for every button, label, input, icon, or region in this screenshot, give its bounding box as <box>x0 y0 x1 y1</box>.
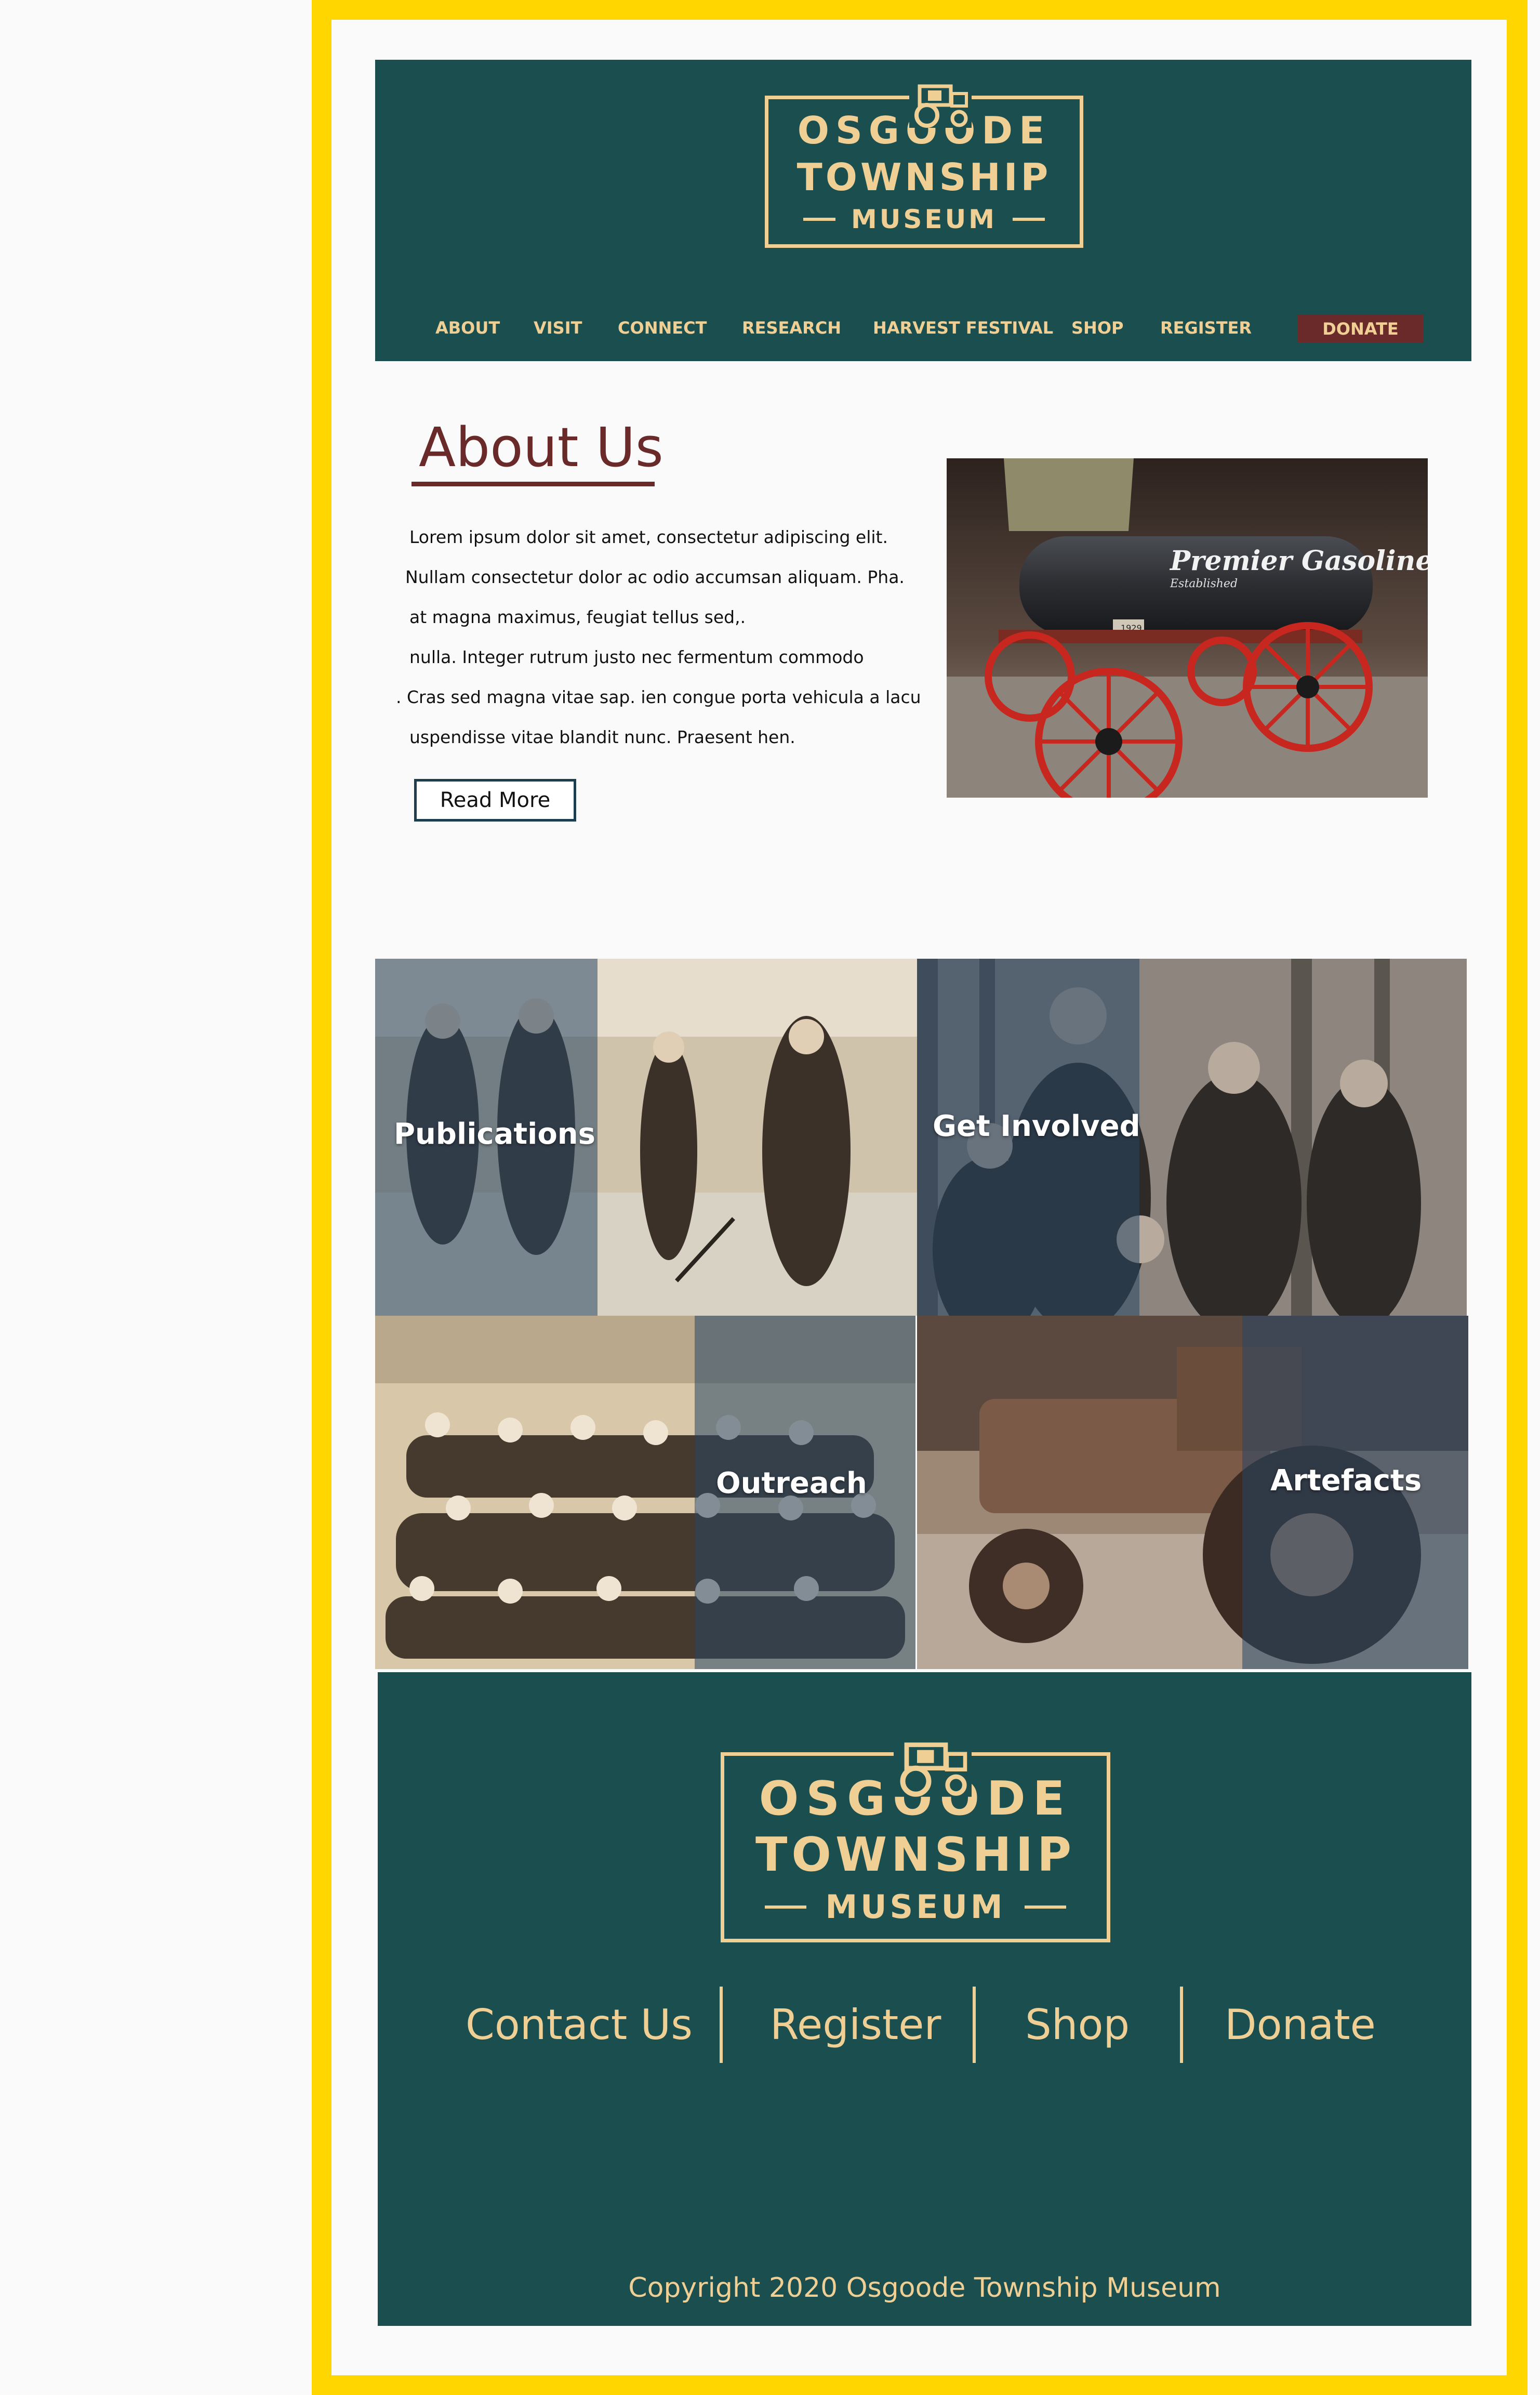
wagon-sign-subtext: Established <box>1170 577 1238 590</box>
tile-label-publications: Publications <box>394 1117 596 1151</box>
tile-publications[interactable]: Publications <box>375 959 917 1316</box>
nav-research[interactable]: RESEARCH <box>742 318 841 338</box>
nav-register[interactable]: REGISTER <box>1160 318 1252 338</box>
nav-connect[interactable]: CONNECT <box>618 318 707 338</box>
about-title: About Us <box>419 416 663 479</box>
tile-outreach[interactable]: Outreach <box>375 1316 915 1669</box>
tile-label-outreach: Outreach <box>716 1466 867 1500</box>
footer-link-contact-us[interactable]: Contact Us <box>466 2001 693 2049</box>
about-paragraph-line: nulla. Integer rutrum justo nec fermentu… <box>409 647 864 667</box>
logo-dash <box>765 1906 807 1909</box>
about-paragraph-line: Nullam consectetur dolor ac odio accumsa… <box>405 567 905 587</box>
wagon-sign-text: Premier Gasoline <box>1169 545 1428 577</box>
tile-get-involved[interactable]: Get Involved <box>917 959 1467 1316</box>
tractor-logo-icon <box>894 1741 972 1797</box>
footer-link-donate[interactable]: Donate <box>1225 2001 1376 2049</box>
gasoline-wagon-photo: Premier Gasoline Established 1929 <box>947 458 1428 798</box>
nav-shop[interactable]: SHOP <box>1071 318 1123 338</box>
nav-visit[interactable]: VISIT <box>534 318 582 338</box>
about-paragraph-line: uspendisse vitae blandit nunc. Praesent … <box>409 727 795 747</box>
footer-link-shop[interactable]: Shop <box>1025 2001 1130 2049</box>
read-more-button[interactable]: Read More <box>414 779 576 822</box>
footer-divider <box>973 1987 976 2063</box>
logo-line-museum: MUSEUM <box>724 1891 1107 1923</box>
logo-line-museum: MUSEUM <box>768 206 1080 232</box>
tractor-logo-icon <box>909 83 972 128</box>
tile-artefacts[interactable]: Artefacts <box>917 1316 1468 1669</box>
tile-label-get-involved: Get Involved <box>933 1109 1140 1143</box>
logo-museum-text: MUSEUM <box>825 1888 1006 1926</box>
logo-line-township: TOWNSHIP <box>755 1828 1076 1882</box>
donate-button[interactable]: DONATE <box>1297 315 1424 343</box>
logo-dash <box>1012 218 1045 221</box>
copyright-text: Copyright 2020 Osgoode Township Museum <box>628 2272 1221 2304</box>
logo-dash <box>1024 1906 1066 1909</box>
logo-museum-text: MUSEUM <box>851 204 997 234</box>
footer-divider <box>720 1987 723 2063</box>
logo-line-township: TOWNSHIP <box>796 155 1052 199</box>
about-paragraph-line: Lorem ipsum dolor sit amet, consectetur … <box>409 527 888 547</box>
about-paragraph-line: . Cras sed magna vitae sap. ien congue p… <box>396 687 921 707</box>
logo-dash <box>803 218 836 221</box>
about-title-underline <box>411 482 655 486</box>
nav-about[interactable]: ABOUT <box>435 318 500 338</box>
footer-divider <box>1180 1987 1183 2063</box>
nav-harvest-festival[interactable]: HARVEST FESTIVAL <box>873 318 1053 338</box>
tile-label-artefacts: Artefacts <box>1270 1464 1422 1498</box>
about-paragraph-line: at magna maximus, feugiat tellus sed,. <box>409 607 746 627</box>
footer-link-register[interactable]: Register <box>770 2001 941 2049</box>
